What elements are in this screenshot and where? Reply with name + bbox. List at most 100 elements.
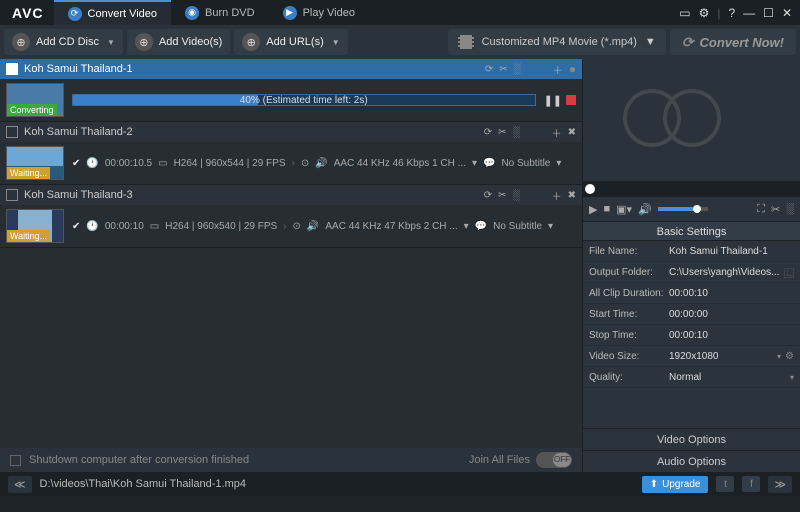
checkbox[interactable] [6,189,18,201]
upgrade-button[interactable]: ⬆ Upgrade [642,476,709,493]
chevron-down-icon[interactable]: ▼ [332,38,340,47]
folder-open-icon[interactable]: ⿺ [784,265,794,280]
remove-icon[interactable]: ✖ [568,127,576,138]
effects-icon[interactable]: ░ [514,64,521,75]
play-icon[interactable]: ▶ [589,203,597,216]
check-icon: ✔ [72,158,80,169]
audio-codec: AAC 44 KHz 46 Kbps 1 CH ... [334,158,466,169]
add-icon[interactable]: ＋ [552,125,562,140]
add-icon[interactable]: ＋ [552,188,562,203]
gear-icon[interactable]: ⚙ [699,6,710,20]
effects-icon[interactable]: ░ [513,127,520,138]
effects-icon[interactable]: ░ [513,190,520,201]
item-title: Koh Samui Thailand-3 [24,189,133,201]
convert-now-button[interactable]: ⟳ Convert Now! [670,29,796,55]
chevron-down-icon[interactable]: ▾ [548,221,553,232]
expand-icon[interactable]: › [283,221,286,232]
play-icon: ▶ [283,6,297,20]
checkbox[interactable] [6,126,18,138]
setting-output-folder: Output Folder: C:\Users\yangh\Videos... … [583,262,800,283]
close-icon[interactable]: ✕ [782,6,792,20]
chevron-down-icon[interactable]: ▾ [464,221,469,232]
chevron-down-icon[interactable]: ▾ [472,158,477,169]
check-icon: ✔ [72,221,80,232]
output-folder-input[interactable]: C:\Users\yangh\Videos... [669,267,780,278]
video-icon: ▭ [158,158,167,169]
status-badge: Waiting... [7,230,50,242]
shutdown-checkbox[interactable] [10,455,21,466]
chevron-down-icon[interactable]: ▼ [107,38,115,47]
video-size-dropdown[interactable]: 1920x1080 [669,351,773,362]
help-icon[interactable]: ? [728,6,735,20]
join-files-toggle[interactable]: OFF [536,452,572,468]
list-item[interactable]: Koh Samui Thailand-1 ⟳ ✂ ░ ＋ ● Convertin… [0,59,582,122]
video-options-button[interactable]: Video Options [583,428,800,450]
menu-icon[interactable]: ▭ [679,6,690,20]
disc-plus-icon: ⊕ [12,33,30,51]
setting-clip-duration: All Clip Duration: 00:00:10 [583,283,800,304]
button-label: Add Video(s) [159,36,222,48]
tab-burn-dvd[interactable]: ◉ Burn DVD [171,0,269,25]
nav-prev-button[interactable]: ≪ [8,476,32,493]
stop-icon[interactable]: ■ [603,203,610,215]
output-format-dropdown[interactable]: Customized MP4 Movie (*.mp4) ▼ [448,29,666,55]
twitter-icon[interactable]: t [716,476,734,492]
setting-label: Quality: [589,372,669,383]
setting-label: All Clip Duration: [589,288,669,299]
crop-icon[interactable]: ⛶ [757,203,765,216]
pause-icon[interactable]: ❚❚ [544,94,562,107]
list-item[interactable]: Koh Samui Thailand-3 ⟳ ✂ ░ ＋ ✖ Waiting..… [0,185,582,248]
remove-icon[interactable]: ✖ [568,190,576,201]
thumbnail: Waiting... [6,146,64,180]
speaker-icon[interactable]: 🔊 [638,203,652,216]
snapshot-icon[interactable]: ▣▾ [616,203,632,216]
refresh-icon[interactable]: ⟳ [484,127,492,138]
chevron-down-icon[interactable]: ▾ [790,373,794,382]
remove-icon[interactable]: ● [569,62,576,76]
chevron-down-icon[interactable]: ▾ [556,158,561,169]
toggle-state: OFF [553,453,571,467]
up-arrow-icon: ⬆ [650,479,658,490]
expand-icon[interactable]: › [292,158,295,169]
checkbox[interactable] [6,63,18,75]
refresh-icon[interactable]: ⟳ [484,190,492,201]
subtitle-icon: 💬 [475,221,487,232]
add-urls-button[interactable]: ⊕ Add URL(s) ▼ [234,29,347,55]
refresh-icon[interactable]: ⟳ [485,64,493,75]
chevron-down-icon[interactable]: ▾ [777,352,781,361]
film-icon [458,35,474,49]
volume-slider[interactable] [658,207,708,211]
audio-options-button[interactable]: Audio Options [583,450,800,472]
subtitle: No Subtitle [493,221,542,232]
tab-convert-video[interactable]: ⟳ Convert Video [54,0,172,25]
scissors-icon[interactable]: ✂ [499,64,507,75]
scissors-icon[interactable]: ✂ [771,203,780,216]
start-time-input[interactable]: 00:00:00 [669,309,794,320]
timeline-knob[interactable] [585,184,595,194]
refresh-icon: ⟳ [68,7,82,21]
audio-codec: AAC 44 KHz 47 Kbps 2 CH ... [325,221,457,232]
add-videos-button[interactable]: ⊕ Add Video(s) [127,29,230,55]
list-item[interactable]: Koh Samui Thailand-2 ⟳ ✂ ░ ＋ ✖ Waiting..… [0,122,582,185]
facebook-icon[interactable]: f [742,476,760,492]
gear-icon[interactable]: ⚙ [785,351,794,362]
tab-play-video[interactable]: ▶ Play Video [269,0,369,25]
quality-dropdown[interactable]: Normal [669,372,786,383]
stop-icon[interactable] [566,95,576,105]
maximize-icon[interactable]: ☐ [763,6,774,20]
scissors-icon[interactable]: ✂ [498,190,506,201]
setting-stop-time: Stop Time: 00:00:10 [583,325,800,346]
preview-timeline[interactable] [583,181,800,197]
effects-icon[interactable]: ░ [786,203,794,215]
stop-time-input[interactable]: 00:00:10 [669,330,794,341]
scissors-icon[interactable]: ✂ [498,127,506,138]
add-cd-disc-button[interactable]: ⊕ Add CD Disc ▼ [4,29,123,55]
file-name-input[interactable]: Koh Samui Thailand-1 [669,246,794,257]
video-icon: ▭ [150,221,159,232]
add-icon[interactable]: ＋ [553,62,563,77]
audio-icon: ⊙ [293,221,301,232]
nav-next-button[interactable]: ≫ [768,476,792,493]
minimize-icon[interactable]: ― [743,6,755,20]
upgrade-label: Upgrade [662,479,700,490]
item-title: Koh Samui Thailand-1 [24,63,133,75]
